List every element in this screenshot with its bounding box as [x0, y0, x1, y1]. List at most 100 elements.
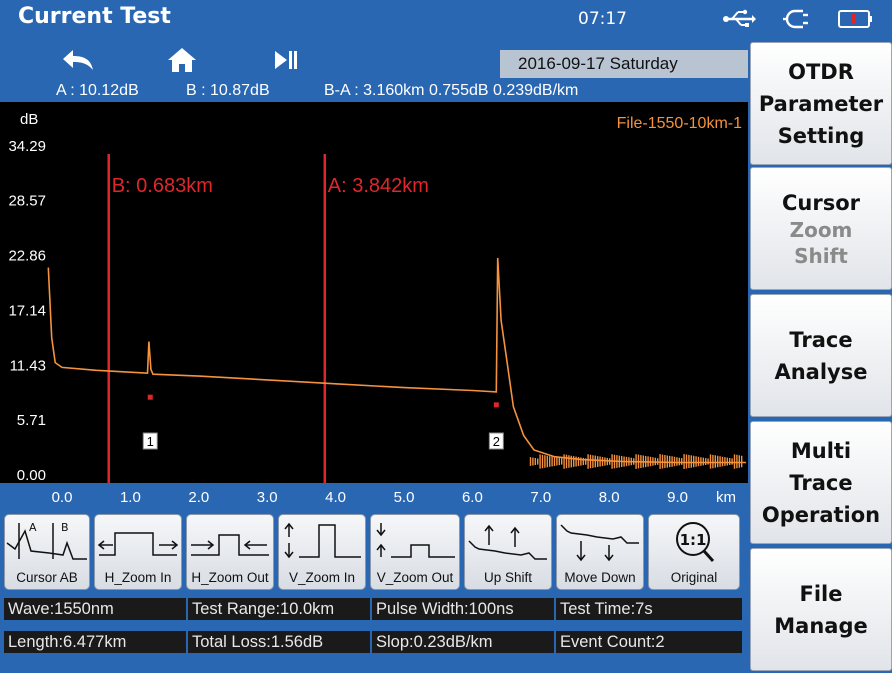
- menu-label-line: Multi: [790, 438, 852, 463]
- up-shift-button[interactable]: Up Shift: [464, 514, 552, 590]
- y-tick-label: 0.00: [17, 467, 46, 484]
- status-wave: Wave:1550nm: [4, 598, 186, 620]
- tool-label: Move Down: [564, 570, 636, 585]
- status-event-count: Event Count:2: [556, 631, 742, 653]
- tool-label: H_Zoom In: [104, 570, 172, 585]
- power-plug-icon: [783, 9, 808, 29]
- x-tick-label: 9.0: [667, 489, 688, 506]
- x-tick-label: 4.0: [325, 489, 346, 506]
- status-test-time: Test Time:7s: [556, 598, 742, 620]
- menu-label-line: Manage: [774, 613, 868, 638]
- menu-label-line: Setting: [777, 123, 865, 148]
- otdr-trace-chart[interactable]: dB 34.29 28.57 22.86 17.14 11.43 5.71 0.00 0.0 1.…: [0, 102, 748, 510]
- original-scale-glyph: 1:1: [680, 531, 707, 549]
- toolbar: 2016-09-17 Saturday: [0, 40, 748, 80]
- date-display: 2016-09-17 Saturday: [500, 50, 748, 78]
- move-down-icon: [560, 524, 639, 562]
- menu-label-line: OTDR: [788, 59, 854, 84]
- event-number: 2: [493, 434, 500, 449]
- home-icon: [168, 48, 196, 72]
- v-zoom-out-button[interactable]: V_Zoom Out: [370, 514, 460, 590]
- x-tick-label: 1.0: [120, 489, 141, 506]
- tool-label: H_Zoom Out: [191, 570, 269, 585]
- menu-label-line: Analyse: [774, 359, 868, 384]
- back-button[interactable]: [58, 46, 98, 74]
- svg-text:B: B: [61, 521, 69, 534]
- zoom-mode-label: Zoom: [789, 217, 853, 242]
- h-zoom-out-button[interactable]: H_Zoom Out: [186, 514, 274, 590]
- tool-label: Original: [670, 570, 718, 585]
- otdr-parameter-setting-button[interactable]: OTDR Parameter Setting: [750, 42, 892, 165]
- y-tick-label: 34.29: [8, 138, 46, 155]
- title-bar: Current Test 07:17: [0, 0, 892, 40]
- battery-icon: [838, 10, 872, 28]
- side-menu: OTDR Parameter Setting Cursor Zoom Shift…: [748, 40, 892, 673]
- home-button[interactable]: [162, 46, 202, 74]
- status-test-range: Test Range:10.0km: [188, 598, 370, 620]
- cursor-b-label: B: 0.683km: [112, 175, 213, 197]
- play-pause-button[interactable]: [266, 46, 306, 74]
- x-axis-strip: [0, 483, 748, 510]
- cursor-zoom-shift-button[interactable]: Cursor Zoom Shift: [750, 167, 892, 290]
- trace-file-name: File-1550-10km-1: [617, 115, 742, 132]
- cursor-a-label: A: 3.842km: [328, 175, 429, 197]
- cursor-b-loss: B : 10.87dB: [186, 82, 270, 99]
- x-tick-label: 7.0: [530, 489, 551, 506]
- menu-label-line: Operation: [761, 502, 881, 527]
- svg-text:A: A: [29, 521, 37, 534]
- multi-trace-operation-button[interactable]: Multi Trace Operation: [750, 421, 892, 544]
- up-shift-icon: [468, 524, 547, 560]
- tool-label: V_Zoom Out: [376, 570, 454, 585]
- h-zoom-in-icon: [97, 532, 179, 556]
- v-zoom-in-icon: [284, 522, 361, 559]
- x-tick-label: 3.0: [257, 489, 278, 506]
- trace-analyse-button[interactable]: Trace Analyse: [750, 294, 892, 417]
- cursor-measurement-bar: A : 10.12dB B : 10.87dB B-A : 3.160km 0.…: [0, 81, 748, 103]
- otdr-app: Current Test 07:17 2016-09-17 Saturday A…: [0, 0, 892, 673]
- file-manage-button[interactable]: File Manage: [750, 548, 892, 671]
- cursor-difference: B-A : 3.160km 0.755dB 0.239dB/km: [324, 82, 579, 99]
- event-marker: [493, 402, 499, 408]
- h-zoom-out-icon: [191, 534, 269, 556]
- page-title: Current Test: [18, 4, 171, 29]
- tool-label: V_Zoom In: [288, 570, 356, 585]
- h-zoom-in-button[interactable]: H_Zoom In: [94, 514, 182, 590]
- trace-line: [47, 257, 746, 464]
- cursor-a-loss: A : 10.12dB: [56, 82, 139, 99]
- y-tick-label: 11.43: [10, 357, 46, 374]
- x-axis-unit: km: [716, 489, 736, 506]
- cursor-ab-icon: AB: [6, 521, 87, 560]
- x-tick-label: 8.0: [599, 489, 620, 506]
- x-tick-label: 0.0: [52, 489, 73, 506]
- x-tick-label: 6.0: [462, 489, 483, 506]
- event-marker: [147, 394, 153, 400]
- y-axis-label: dB: [20, 111, 38, 128]
- menu-label-line: Trace: [789, 470, 853, 495]
- x-tick-label: 2.0: [188, 489, 209, 506]
- tool-label: Cursor AB: [16, 570, 78, 585]
- usb-icon: [723, 9, 756, 27]
- menu-label-line: Parameter: [758, 91, 884, 116]
- trace-plot[interactable]: dB 34.29 28.57 22.86 17.14 11.43 5.71 0.00 0.0 1.…: [0, 102, 748, 510]
- play-pause-icon: [275, 51, 297, 69]
- status-pulse-width: Pulse Width:100ns: [372, 598, 554, 620]
- tool-label: Up Shift: [483, 570, 533, 585]
- original-icon: 1:1: [676, 522, 715, 563]
- cursor-ab-button[interactable]: A B Cursor AB: [4, 514, 90, 590]
- status-panel: Wave:1550nm Test Range:10.0km Pulse Widt…: [0, 596, 748, 673]
- original-button[interactable]: 1:1 Original: [648, 514, 740, 590]
- x-tick-label: 5.0: [394, 489, 415, 506]
- status-slope: Slop:0.23dB/km: [372, 631, 554, 653]
- back-arrow-icon: [63, 50, 93, 70]
- y-tick-label: 17.14: [8, 302, 46, 319]
- move-down-button[interactable]: Move Down: [556, 514, 644, 590]
- v-zoom-in-button[interactable]: V_Zoom In: [278, 514, 366, 590]
- status-total-loss: Total Loss:1.56dB: [188, 631, 370, 653]
- menu-label-line: File: [799, 581, 843, 606]
- y-tick-label: 5.71: [17, 412, 46, 429]
- v-zoom-out-icon: [376, 523, 455, 558]
- y-tick-label: 22.86: [8, 248, 46, 265]
- trace-noise: [529, 454, 743, 469]
- menu-label-line: Trace: [789, 327, 853, 352]
- tool-bar: A B Cursor AB H_Zoom In H_Zoom Out V_Zoom In V…: [0, 510, 748, 596]
